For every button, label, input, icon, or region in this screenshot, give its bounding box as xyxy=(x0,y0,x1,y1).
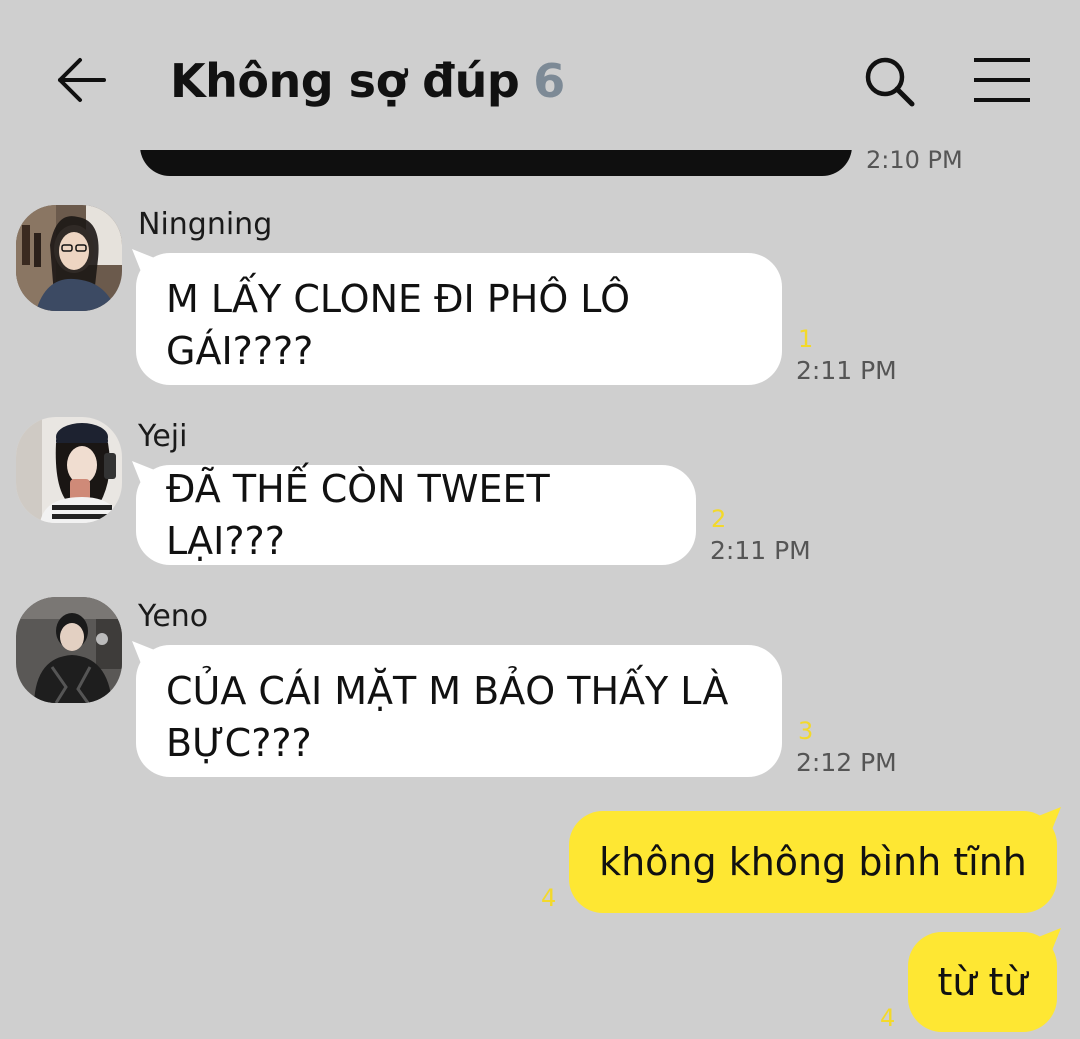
hamburger-menu-icon xyxy=(974,58,1030,102)
unread-count: 4 xyxy=(880,1004,896,1032)
chat-header: Không sợ đúp 6 xyxy=(0,0,1080,150)
message-text-line: CỦA CÁI MẶT M BẢO THẤY LÀ xyxy=(166,669,729,713)
search-icon xyxy=(865,57,915,107)
unread-count: 4 xyxy=(541,884,557,912)
message-text-line: ĐÃ THẾ CÒN TWEET LẠI??? xyxy=(166,467,550,563)
outgoing-message-bubble[interactable]: từ từ xyxy=(908,932,1057,1032)
message-text: không không bình tĩnh xyxy=(599,840,1027,884)
message-text: từ từ xyxy=(937,960,1028,1004)
incoming-message-bubble[interactable]: ĐÃ THẾ CÒN TWEET LẠI??? xyxy=(136,465,696,565)
avatar-yeno[interactable] xyxy=(16,597,122,703)
sender-name: Ningning xyxy=(138,207,273,242)
back-button[interactable] xyxy=(50,50,110,110)
message-time: 2:12 PM xyxy=(796,748,897,777)
avatar-ningning[interactable] xyxy=(16,205,122,311)
message-text-line: GÁI???? xyxy=(166,329,314,373)
avatar-yeji[interactable] xyxy=(16,417,122,523)
outgoing-message-bubble[interactable]: không không bình tĩnh xyxy=(569,811,1057,913)
chat-title-group[interactable]: Không sợ đúp 6 xyxy=(170,48,565,114)
search-button[interactable] xyxy=(860,52,920,112)
unread-count: 3 xyxy=(798,717,814,745)
previous-message-time: 2:10 PM xyxy=(866,146,963,174)
arrow-left-icon xyxy=(58,58,106,102)
unread-count: 1 xyxy=(798,325,814,353)
message-text-line: BỰC??? xyxy=(166,721,312,765)
unread-count: 2 xyxy=(711,505,727,533)
sender-name: Yeji xyxy=(138,419,188,454)
menu-button[interactable] xyxy=(970,52,1034,110)
message-time: 2:11 PM xyxy=(710,536,811,565)
sender-name: Yeno xyxy=(138,599,209,634)
member-count: 6 xyxy=(533,54,566,108)
chat-title: Không sợ đúp xyxy=(170,54,520,108)
message-text-line: M LẤY CLONE ĐI PHÔ LÔ xyxy=(166,277,631,321)
message-time: 2:11 PM xyxy=(796,356,897,385)
incoming-message-bubble[interactable]: CỦA CÁI MẶT M BẢO THẤY LÀ BỰC??? xyxy=(136,645,782,777)
incoming-message-bubble[interactable]: M LẤY CLONE ĐI PHÔ LÔ GÁI???? xyxy=(136,253,782,385)
